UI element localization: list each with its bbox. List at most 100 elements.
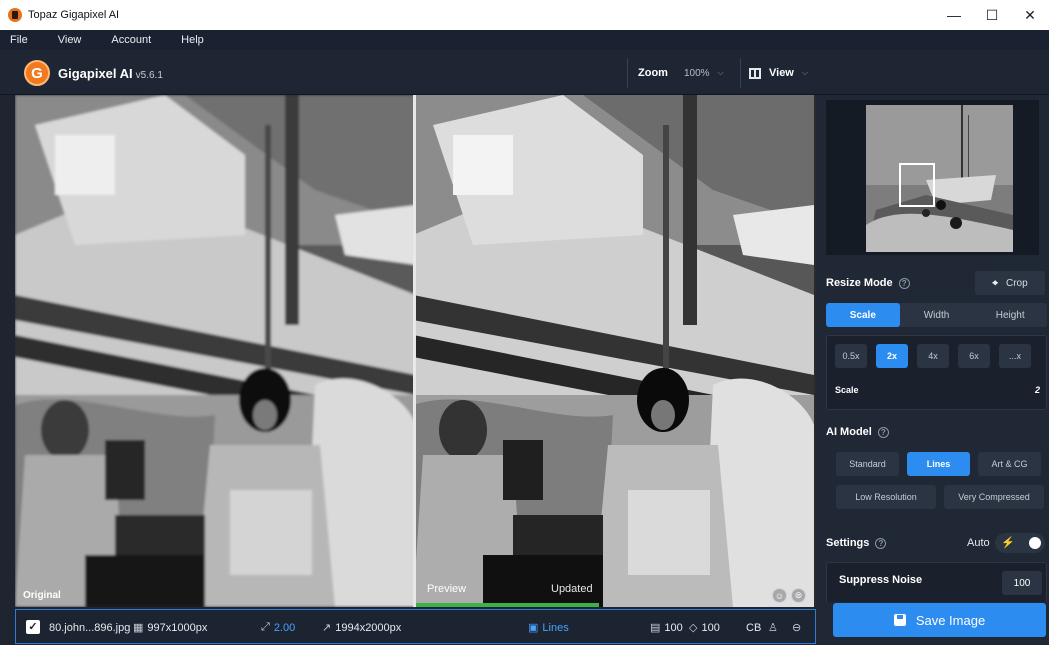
model-icon: ▣ [528, 622, 539, 634]
blur-icon: ◇ [689, 622, 698, 634]
split-divider-handle[interactable] [413, 95, 416, 607]
lightning-icon: ⚡ [1001, 537, 1015, 549]
menu-help[interactable]: Help [181, 34, 204, 46]
output-size-icon: ↗ [322, 622, 332, 634]
file-name: 80.john...896.jpg [49, 610, 130, 645]
crop-label: Crop [1005, 277, 1028, 289]
scale-indicator: ⤢ 2.00 [261, 610, 295, 645]
help-icon[interactable]: ? [875, 537, 887, 549]
navigator-image [866, 105, 1013, 252]
minimize-button[interactable]: — [935, 0, 973, 30]
chevron-down-icon: ⌵ [801, 68, 808, 77]
noise-value-text: 100 [664, 621, 683, 634]
ai-model-title: AI Model ? [826, 426, 889, 438]
model-art-cg-button[interactable]: Art & CG [978, 452, 1041, 476]
source-size-text: 997x1000px [147, 621, 208, 634]
model-indicator: ▣ Lines [528, 610, 569, 645]
suppress-noise-input[interactable]: 100 [1002, 571, 1042, 595]
resize-mode-title: Resize Mode ? [826, 277, 910, 289]
updated-label: Updated [551, 583, 593, 595]
model-lines-button[interactable]: Lines [907, 452, 970, 476]
scale-custom-button[interactable]: ...x [999, 344, 1031, 368]
app-header: G Gigapixel AI v5.6.1 Zoom 100% ⌵ View ⌵ [0, 50, 1049, 95]
save-image-label: Save Image [915, 612, 986, 628]
original-photo [15, 95, 414, 607]
mode-scale[interactable]: Scale [826, 303, 900, 327]
cb-text: CB [746, 621, 762, 634]
compare-icon[interactable]: ⊜ [791, 588, 806, 603]
model-low-resolution-button[interactable]: Low Resolution [836, 485, 936, 509]
window-title-bar: Topaz Gigapixel AI — ☐ ✕ [0, 0, 1049, 30]
scale-text: 2.00 [273, 621, 296, 634]
model-text: Lines [542, 621, 569, 634]
resize-mode-selector: Scale Width Height [826, 303, 1047, 327]
crop-icon: ⌖ [992, 277, 998, 289]
app-name: Gigapixel AI v5.6.1 [58, 66, 163, 81]
source-size: ▦ 997x1000px [133, 610, 207, 645]
noise-indicator: ▤ 100 [650, 610, 683, 645]
save-disk-icon [893, 614, 906, 626]
mode-height[interactable]: Height [973, 303, 1047, 327]
scale-0-5x-button[interactable]: 0.5x [835, 344, 867, 368]
original-label: Original [23, 590, 61, 601]
suppress-noise-label: Suppress Noise [839, 574, 923, 586]
image-viewer[interactable]: Original Preview Updated ☺ ⊜ [15, 95, 816, 607]
help-icon[interactable]: ? [877, 426, 889, 438]
toggle-knob [1029, 537, 1041, 549]
navigator-thumbnail[interactable] [826, 100, 1039, 255]
zoom-dropdown[interactable]: Zoom 100% ⌵ [627, 58, 733, 88]
face-recovery-icon[interactable]: ☺ [772, 588, 787, 603]
crop-button[interactable]: ⌖ Crop [975, 271, 1045, 295]
output-size: ↗ 1994x2000px [322, 610, 401, 645]
blur-indicator: ◇ 100 [689, 610, 720, 645]
zoom-value: 100% [683, 67, 710, 79]
ai-model-row-2: Low Resolution Very Compressed [836, 485, 1044, 509]
scale-2x-button[interactable]: 2x [876, 344, 908, 368]
scale-label: Scale [835, 385, 859, 395]
menu-file[interactable]: File [10, 34, 28, 46]
minus-circle-icon: ⊖ [792, 622, 802, 634]
maximize-button[interactable]: ☐ [973, 0, 1011, 30]
chevron-down-icon: ⌵ [717, 68, 724, 77]
view-label: View [769, 67, 794, 79]
blur-value-text: 100 [701, 621, 720, 634]
ai-model-label: AI Model [826, 426, 872, 438]
scale-6x-button[interactable]: 6x [958, 344, 990, 368]
model-standard-button[interactable]: Standard [836, 452, 899, 476]
view-dropdown[interactable]: View ⌵ [740, 58, 820, 88]
file-name-text: 80.john...896.jpg [49, 621, 131, 634]
file-checkbox[interactable]: ✓ [26, 619, 40, 634]
person-icon: ♙ [768, 622, 778, 634]
navigator-viewport-frame[interactable] [899, 163, 935, 207]
settings-title: Settings ? [826, 537, 887, 549]
model-very-compressed-button[interactable]: Very Compressed [944, 485, 1044, 509]
save-image-button[interactable]: Save Image [833, 603, 1046, 637]
window-title: Topaz Gigapixel AI [28, 9, 120, 21]
resize-mode-label: Resize Mode [826, 277, 893, 289]
settings-label: Settings [826, 537, 870, 549]
settings-panel: Resize Mode ? ⌖ Crop Scale Width Height … [816, 95, 1049, 644]
auto-settings-toggle[interactable]: ⚡ [995, 533, 1045, 553]
menu-account[interactable]: Account [111, 34, 151, 46]
close-button[interactable]: ✕ [1011, 0, 1049, 30]
output-size-text: 1994x2000px [335, 621, 402, 634]
scale-value[interactable]: 2 [1035, 385, 1040, 395]
gigapixel-logo-icon: G [24, 60, 50, 86]
auto-label: Auto [967, 537, 990, 549]
menu-view[interactable]: View [58, 34, 82, 46]
mode-width[interactable]: Width [900, 303, 974, 327]
app-name-text: Gigapixel AI [58, 66, 133, 81]
preview-label: Preview [427, 583, 467, 595]
scale-4x-button[interactable]: 4x [917, 344, 949, 368]
file-status-bar: ✓ 80.john...896.jpg ▦ 997x1000px ⤢ 2.00 … [15, 609, 816, 644]
gigapixel-app-icon [8, 8, 22, 22]
preview-pane[interactable]: Preview Updated ☺ ⊜ [415, 95, 816, 607]
suppress-noise-box: Suppress Noise 100 [826, 562, 1047, 602]
original-pane[interactable]: Original [15, 95, 414, 607]
split-view-icon [749, 67, 761, 79]
app-version: v5.6.1 [135, 70, 163, 81]
help-icon[interactable]: ? [898, 277, 910, 289]
expand-icon: ⤢ [261, 621, 270, 633]
cb-indicator: CB [746, 610, 761, 645]
remove-file[interactable]: ⊖ [792, 610, 805, 645]
